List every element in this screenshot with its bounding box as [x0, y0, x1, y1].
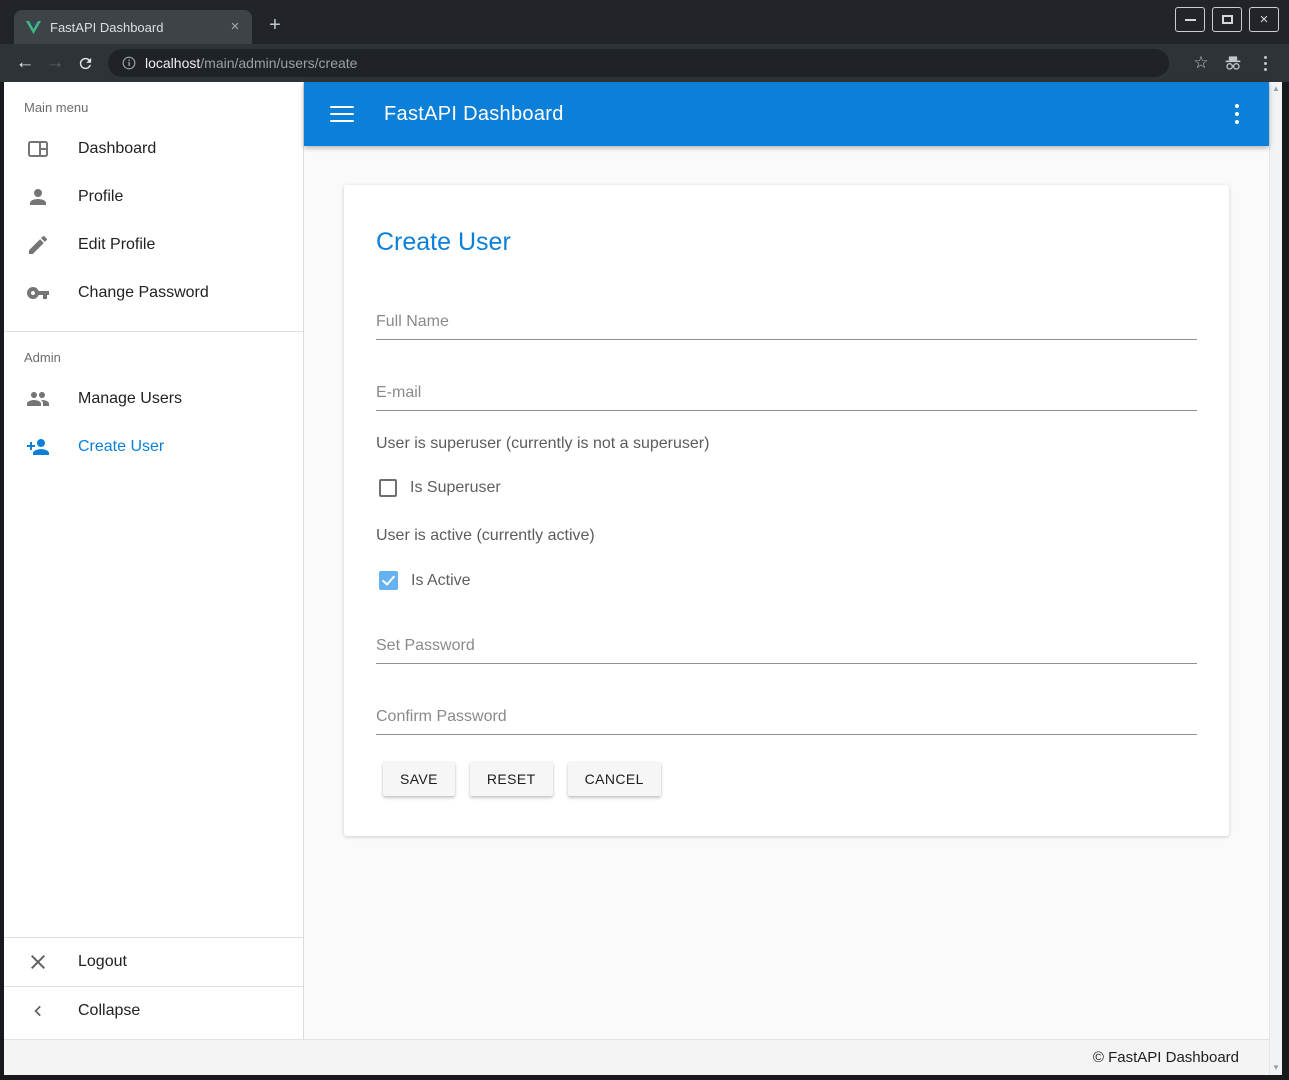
- chevron-left-icon: [26, 999, 50, 1023]
- vertical-scrollbar[interactable]: ▲ ▼: [1269, 82, 1282, 1075]
- sidebar-item-label: Manage Users: [78, 390, 182, 408]
- sidebar-item-edit-profile[interactable]: Edit Profile: [4, 221, 303, 269]
- browser-window: FastAPI Dashboard × + × ← → localhost/ma…: [0, 0, 1289, 1080]
- back-button[interactable]: ←: [10, 52, 40, 74]
- sidebar-item-label: Dashboard: [78, 140, 156, 158]
- close-icon: [26, 950, 50, 974]
- sidebar: Main menu Dashboard: [4, 82, 304, 1039]
- reset-button[interactable]: RESET: [470, 762, 553, 796]
- maximize-icon: [1222, 15, 1233, 24]
- superuser-checkbox-label: Is Superuser: [410, 479, 501, 497]
- active-hint: User is active (currently active): [376, 527, 1197, 545]
- window-maximize-button[interactable]: [1212, 7, 1242, 32]
- sidebar-section-main-menu: Main menu: [4, 82, 303, 125]
- appbar-title: FastAPI Dashboard: [384, 103, 564, 126]
- tab-title: FastAPI Dashboard: [50, 20, 226, 35]
- new-tab-button[interactable]: +: [262, 13, 288, 39]
- set-password-input[interactable]: [376, 633, 1197, 664]
- superuser-checkbox-row[interactable]: Is Superuser: [376, 479, 1197, 497]
- cancel-button[interactable]: CANCEL: [568, 762, 661, 796]
- active-checkbox-row[interactable]: Is Active: [376, 571, 1197, 590]
- sidebar-item-label: Change Password: [78, 284, 209, 302]
- appbar: FastAPI Dashboard: [304, 82, 1269, 146]
- scroll-down-icon[interactable]: ▼: [1272, 1064, 1280, 1072]
- pencil-icon: [26, 233, 50, 257]
- full-name-field-wrap: [376, 309, 1197, 340]
- appbar-menu-button[interactable]: [1235, 104, 1239, 124]
- full-name-input[interactable]: [376, 309, 1197, 340]
- site-info-icon[interactable]: [122, 56, 136, 70]
- sidebar-item-label: Edit Profile: [78, 236, 155, 254]
- dashboard-icon: [26, 137, 50, 161]
- person-add-icon: [26, 435, 50, 459]
- incognito-icon: [1217, 56, 1249, 70]
- vue-logo-icon: [26, 21, 41, 34]
- page-title: Create User: [376, 227, 1197, 257]
- window-close-button[interactable]: ×: [1249, 7, 1279, 32]
- browser-titlebar: FastAPI Dashboard × + ×: [0, 0, 1289, 44]
- close-icon: ×: [1260, 12, 1269, 27]
- group-icon: [26, 387, 50, 411]
- sidebar-item-create-user[interactable]: Create User: [4, 423, 303, 471]
- superuser-hint: User is superuser (currently is not a su…: [376, 435, 1197, 453]
- reload-icon: [77, 55, 94, 72]
- minimize-icon: [1185, 19, 1196, 21]
- person-icon: [26, 185, 50, 209]
- address-bar[interactable]: localhost/main/admin/users/create: [108, 49, 1169, 77]
- sidebar-item-collapse[interactable]: Collapse: [4, 987, 303, 1035]
- page-content: Create User User is superuser (currently…: [304, 146, 1269, 1039]
- bookmark-star-icon[interactable]: ☆: [1185, 53, 1217, 73]
- sidebar-section-admin: Admin: [4, 332, 303, 375]
- sidebar-item-profile[interactable]: Profile: [4, 173, 303, 221]
- browser-toolbar: ← → localhost/main/admin/users/create ☆: [0, 44, 1289, 82]
- tab-close-icon[interactable]: ×: [226, 18, 244, 36]
- sidebar-item-label: Create User: [78, 438, 164, 456]
- reload-button[interactable]: [70, 55, 100, 72]
- browser-menu-button[interactable]: [1249, 56, 1281, 71]
- sidebar-item-change-password[interactable]: Change Password: [4, 269, 303, 317]
- sidebar-item-logout[interactable]: Logout: [4, 938, 303, 986]
- scroll-up-icon[interactable]: ▲: [1272, 85, 1280, 93]
- set-password-field-wrap: [376, 633, 1197, 664]
- forward-button[interactable]: →: [40, 52, 70, 74]
- page-viewport: Main menu Dashboard: [4, 82, 1282, 1075]
- create-user-card: Create User User is superuser (currently…: [344, 185, 1229, 836]
- active-checkbox[interactable]: [379, 571, 398, 590]
- browser-tab[interactable]: FastAPI Dashboard ×: [14, 10, 252, 44]
- window-minimize-button[interactable]: [1175, 7, 1205, 32]
- email-input[interactable]: [376, 380, 1197, 411]
- superuser-checkbox[interactable]: [379, 479, 397, 497]
- url-host: localhost: [145, 55, 200, 71]
- active-checkbox-label: Is Active: [411, 572, 471, 590]
- page-footer: © FastAPI Dashboard: [4, 1039, 1269, 1075]
- sidebar-item-manage-users[interactable]: Manage Users: [4, 375, 303, 423]
- main-area: FastAPI Dashboard Create User: [304, 82, 1269, 1039]
- key-icon: [26, 281, 50, 305]
- hamburger-menu-icon[interactable]: [330, 106, 354, 122]
- confirm-password-field-wrap: [376, 704, 1197, 735]
- footer-copyright: © FastAPI Dashboard: [1093, 1049, 1239, 1066]
- email-field-wrap: [376, 380, 1197, 411]
- form-actions: SAVE RESET CANCEL: [376, 762, 1197, 796]
- url-path: /main/admin/users/create: [200, 55, 357, 71]
- confirm-password-input[interactable]: [376, 704, 1197, 735]
- sidebar-item-label: Profile: [78, 188, 123, 206]
- save-button[interactable]: SAVE: [383, 762, 455, 796]
- sidebar-item-label: Collapse: [78, 1002, 140, 1020]
- sidebar-item-dashboard[interactable]: Dashboard: [4, 125, 303, 173]
- sidebar-item-label: Logout: [78, 953, 127, 971]
